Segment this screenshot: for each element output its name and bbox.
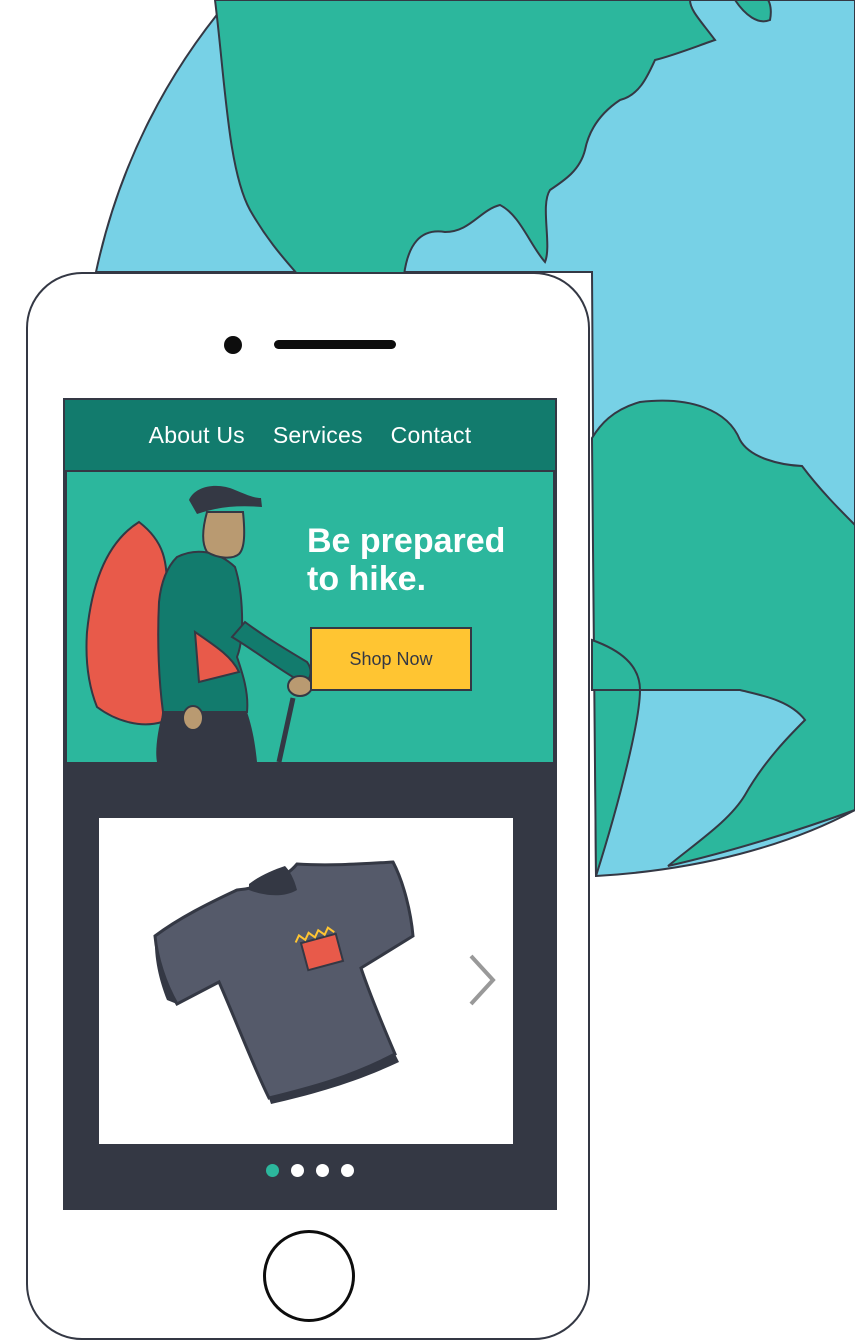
- hiker-hand-rear: [182, 705, 204, 731]
- phone-device: About Us Services Contact Be prepared to …: [26, 272, 590, 1340]
- phone-screen: About Us Services Contact Be prepared to …: [63, 398, 557, 1210]
- hiker-legs: [156, 712, 257, 762]
- carousel-dot-2[interactable]: [291, 1164, 304, 1177]
- shop-now-button[interactable]: Shop Now: [310, 627, 472, 691]
- shirt-body: [153, 860, 415, 1100]
- hero-banner: Be prepared to hike. Shop Now: [67, 472, 553, 762]
- hiker-arm: [230, 620, 312, 686]
- camera: [224, 336, 242, 354]
- tshirt-icon: [153, 860, 415, 1104]
- carousel-dot-1[interactable]: [266, 1164, 279, 1177]
- home-button[interactable]: [263, 1230, 355, 1322]
- chevron-right-icon[interactable]: [461, 948, 501, 1008]
- hiker-face: [202, 511, 246, 559]
- carousel-dot-3[interactable]: [316, 1164, 329, 1177]
- top-navigation: About Us Services Contact: [63, 398, 557, 472]
- hiker-illustration: [85, 485, 313, 762]
- nav-services[interactable]: Services: [273, 422, 363, 449]
- nav-contact[interactable]: Contact: [391, 422, 472, 449]
- headline-line-2: to hike.: [307, 560, 427, 598]
- product-card[interactable]: [99, 818, 513, 1144]
- hiker-torso: [157, 550, 249, 713]
- carousel-indicators: [63, 1164, 557, 1180]
- headline-line-1: Be prepared: [307, 522, 506, 560]
- speaker: [274, 340, 396, 349]
- trekking-pole: [276, 697, 296, 762]
- hiker-hand: [287, 675, 313, 697]
- backpack: [85, 520, 169, 726]
- hero-headline: Be prepared to hike.: [307, 522, 547, 598]
- carousel-dot-4[interactable]: [341, 1164, 354, 1177]
- nav-about-us[interactable]: About Us: [149, 422, 245, 449]
- hiker-cap: [189, 485, 262, 514]
